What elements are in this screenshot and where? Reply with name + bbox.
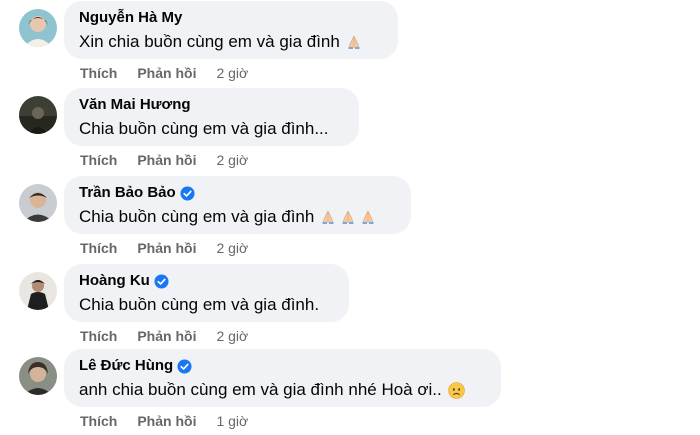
reply-button[interactable]: Phản hồi (137, 152, 196, 168)
comment-timestamp[interactable]: 1 giờ (216, 413, 248, 429)
verified-badge-icon (177, 358, 192, 374)
comment-text-row: Chia buồn cùng em và gia đình (79, 206, 397, 228)
comment-actions: Thích Phản hồi 2 giờ (80, 63, 248, 83)
comment: Lê Đức Hùng anh chia buồn cùng em và gia… (0, 349, 700, 435)
comment-timestamp[interactable]: 2 giờ (216, 328, 248, 344)
commenter-name[interactable]: Trần Bảo Bảo (79, 184, 397, 202)
avatar[interactable] (19, 357, 57, 395)
like-button[interactable]: Thích (80, 240, 117, 256)
comment-text: Xin chia buồn cùng em và gia đình (79, 32, 340, 51)
comment-bubble: Nguyễn Hà My Xin chia buồn cùng em và gi… (64, 1, 398, 59)
comment-text-row: Chia buồn cùng em và gia đình... (79, 118, 345, 140)
reply-button[interactable]: Phản hồi (137, 413, 196, 429)
like-button[interactable]: Thích (80, 152, 117, 168)
reply-button[interactable]: Phản hồi (137, 328, 196, 344)
comment-timestamp[interactable]: 2 giờ (216, 240, 248, 256)
like-button[interactable]: Thích (80, 65, 117, 81)
comment-text: Chia buồn cùng em và gia đình (79, 207, 315, 226)
comment: Nguyễn Hà My Xin chia buồn cùng em và gi… (0, 1, 700, 87)
folded-hands-icon (340, 209, 356, 225)
commenter-name-text[interactable]: Nguyễn Hà My (79, 9, 182, 27)
comment-bubble: Trần Bảo Bảo Chia buồn cùng em và gia đì… (64, 176, 411, 234)
folded-hands-icon (320, 209, 336, 225)
commenter-name-text[interactable]: Trần Bảo Bảo (79, 184, 176, 202)
avatar[interactable] (19, 272, 57, 310)
comment: Văn Mai Hương Chia buồn cùng em và gia đ… (0, 88, 700, 174)
comment-text: Chia buồn cùng em và gia đình... (79, 119, 329, 138)
comment-text-row: anh chia buồn cùng em và gia đình nhé Ho… (79, 379, 487, 401)
comment-actions: Thích Phản hồi 1 giờ (80, 411, 248, 431)
comment-text-row: Xin chia buồn cùng em và gia đình (79, 31, 384, 53)
reply-button[interactable]: Phản hồi (137, 240, 196, 256)
like-button[interactable]: Thích (80, 413, 117, 429)
comment: Trần Bảo Bảo Chia buồn cùng em và gia đì… (0, 176, 700, 262)
folded-hands-icon (346, 34, 362, 50)
commenter-name[interactable]: Hoàng Ku (79, 272, 335, 290)
avatar[interactable] (19, 184, 57, 222)
reply-button[interactable]: Phản hồi (137, 65, 196, 81)
comment: Hoàng Ku Chia buồn cùng em và gia đình. … (0, 264, 700, 350)
comment-timestamp[interactable]: 2 giờ (216, 65, 248, 81)
comment-text-row: Chia buồn cùng em và gia đình. (79, 294, 335, 316)
verified-badge-icon (180, 185, 195, 201)
comment-text: Chia buồn cùng em và gia đình. (79, 295, 320, 314)
commenter-name-text[interactable]: Văn Mai Hương (79, 96, 191, 114)
folded-hands-icon (360, 209, 376, 225)
commenter-name-text[interactable]: Hoàng Ku (79, 272, 150, 290)
comment-actions: Thích Phản hồi 2 giờ (80, 150, 248, 170)
comment-bubble: Lê Đức Hùng anh chia buồn cùng em và gia… (64, 349, 501, 407)
avatar[interactable] (19, 96, 57, 134)
like-button[interactable]: Thích (80, 328, 117, 344)
commenter-name[interactable]: Nguyễn Hà My (79, 9, 384, 27)
comment-timestamp[interactable]: 2 giờ (216, 152, 248, 168)
commenter-name[interactable]: Lê Đức Hùng (79, 357, 487, 375)
commenter-name[interactable]: Văn Mai Hương (79, 96, 345, 114)
comment-actions: Thích Phản hồi 2 giờ (80, 238, 248, 258)
comment-text: anh chia buồn cùng em và gia đình nhé Ho… (79, 380, 442, 399)
avatar[interactable] (19, 9, 57, 47)
commenter-name-text[interactable]: Lê Đức Hùng (79, 357, 173, 375)
comment-bubble: Hoàng Ku Chia buồn cùng em và gia đình. (64, 264, 349, 322)
verified-badge-icon (154, 273, 169, 289)
sad-face-icon (447, 381, 465, 399)
comment-actions: Thích Phản hồi 2 giờ (80, 326, 248, 346)
comment-bubble: Văn Mai Hương Chia buồn cùng em và gia đ… (64, 88, 359, 146)
